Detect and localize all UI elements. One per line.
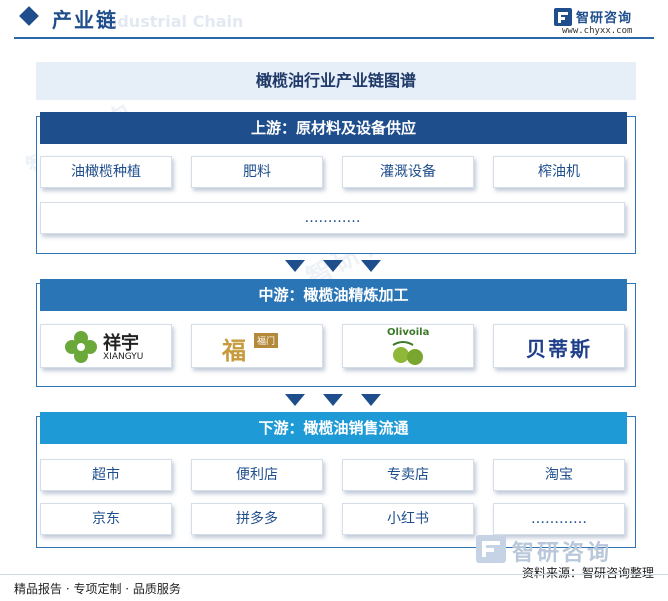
clover-icon <box>65 331 97 363</box>
source-note: 资料来源：智研咨询整理 <box>521 566 654 580</box>
upstream-more: ………… <box>40 202 625 234</box>
diamond-icon <box>19 6 39 26</box>
zhiyan-logo-icon <box>554 8 572 26</box>
brand-logo: 智研咨询 www.chyxx.com <box>554 6 654 36</box>
fu-logo: 福 福门 <box>191 324 323 368</box>
olive-icon <box>392 341 423 365</box>
downstream-item: 拼多多 <box>191 503 323 535</box>
upstream-item: 肥料 <box>191 156 323 188</box>
brand-name: 智研咨询 <box>576 11 633 26</box>
olivoila-logo: Olivoila <box>342 324 474 368</box>
downstream-header: 下游：橄榄油销售流通 <box>40 412 627 444</box>
downstream-item: ………… <box>493 503 625 535</box>
footer-slogan: 精品报告 · 专项定制 · 品质服务 <box>14 582 181 596</box>
upstream-item: 油橄榄种植 <box>40 156 172 188</box>
fu-logo-mark: 福 <box>222 336 246 365</box>
header-ghost-text: Industrial Chain <box>100 12 244 31</box>
xiangyu-logo-en: XIANGYU <box>103 352 144 362</box>
fu-logo-sub: 福门 <box>254 333 279 348</box>
upstream-item: 榨油机 <box>493 156 625 188</box>
zhiyan-watermark-icon <box>476 535 506 563</box>
betis-logo-text: 贝蒂斯 <box>526 337 592 361</box>
midstream-header: 中游：橄榄油精炼加工 <box>40 279 627 311</box>
upstream-item: 灌溉设备 <box>342 156 474 188</box>
footer-watermark-text: 智研咨询 <box>512 541 613 566</box>
down-arrow-icon <box>323 394 343 406</box>
downstream-item: 小红书 <box>342 503 474 535</box>
page-title: 产业链 <box>52 8 118 32</box>
downstream-item: 超市 <box>40 459 172 491</box>
down-arrow-icon <box>285 394 305 406</box>
betis-logo: 贝蒂斯 <box>493 324 625 368</box>
upstream-header: 上游：原材料及设备供应 <box>40 112 627 144</box>
downstream-item: 专卖店 <box>342 459 474 491</box>
brand-url: www.chyxx.com <box>562 26 633 36</box>
footer-divider <box>0 574 668 575</box>
diagram-title: 橄榄油行业产业链图谱 <box>255 71 416 90</box>
olivoila-logo-text: Olivoila <box>387 327 430 338</box>
downstream-item: 便利店 <box>191 459 323 491</box>
diagram-title-banner: 橄榄油行业产业链图谱 <box>36 62 636 100</box>
down-arrow-icon <box>361 394 381 406</box>
downstream-item: 淘宝 <box>493 459 625 491</box>
xiangyu-logo: 祥宇 XIANGYU <box>40 324 172 368</box>
footer-watermark: 智研咨询 <box>470 535 660 566</box>
downstream-item: 京东 <box>40 503 172 535</box>
down-arrow-icon <box>285 260 305 272</box>
down-arrow-icon <box>323 260 343 272</box>
page-header: Industrial Chain 产业链 智研咨询 www.chyxx.com <box>0 0 668 44</box>
down-arrow-icon <box>361 260 381 272</box>
header-divider <box>14 37 654 39</box>
